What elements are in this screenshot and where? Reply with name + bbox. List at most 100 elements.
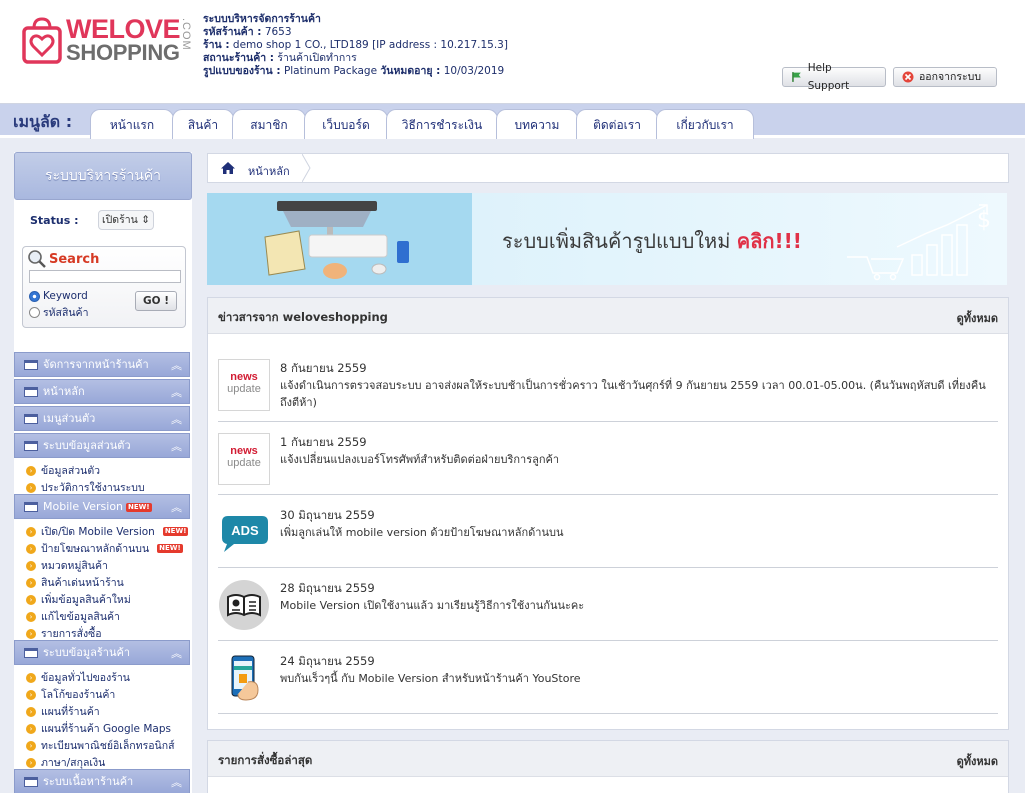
section-personal-menu[interactable]: เมนูส่วนตัว ︽ <box>14 406 190 431</box>
news-item[interactable]: news update 8 กันยายน 2559 แจ้งดำเนินการต… <box>218 348 998 422</box>
search-input[interactable] <box>29 270 181 283</box>
news-panel-title: ข่าวสารจาก weloveshopping <box>218 310 388 324</box>
news-date: 28 มิถุนายน 2559 <box>280 581 375 595</box>
news-view-all-link[interactable]: ดูทั้งหมด <box>957 309 998 327</box>
status-select[interactable]: เปิดร้าน ⇕ <box>98 210 154 230</box>
radio-keyword[interactable]: Keyword <box>29 290 88 302</box>
select-arrows-icon: ⇕ <box>141 214 150 226</box>
sidebar-item-toggle-mobile[interactable]: › เปิด/ปิด Mobile Version NEW! <box>26 523 189 540</box>
arrow-right-icon: › <box>26 465 36 476</box>
tab-home[interactable]: หน้าแรก <box>90 109 174 139</box>
help-support-button[interactable]: Help Support <box>782 62 886 92</box>
shopping-bag-heart-icon <box>22 17 62 64</box>
sidebar-item-featured-products[interactable]: › สินค้าเด่นหน้าร้าน <box>26 574 124 591</box>
sidebar-item-top-banner[interactable]: › ป้ายโฆษณาหลักด้านบน NEW! <box>26 540 183 557</box>
arrow-right-icon: › <box>26 611 36 622</box>
tab-about-us[interactable]: เกี่ยวกับเรา <box>656 109 754 139</box>
orders-panel-title: รายการสั่งซื้อล่าสุด <box>218 753 313 767</box>
sidebar-item-e-commerce-registration[interactable]: › ทะเบียนพาณิชย์อิเล็กทรอนิกส์ <box>26 737 174 754</box>
close-icon <box>902 71 914 83</box>
news-word: news <box>230 445 258 457</box>
news-item[interactable]: news update 1 กันยายน 2559 แจ้งเปลี่ยนแปล… <box>218 422 998 495</box>
section-label: จัดการจากหน้าร้านค้า <box>43 358 149 371</box>
sidebar-item-add-product[interactable]: › เพิ่มข้อมูลสินค้าใหม่ <box>26 591 131 608</box>
promo-banner[interactable]: ระบบเพิ่มสินค้ารูปแบบใหม่ คลิก!!! $ <box>207 193 1007 285</box>
tab-products[interactable]: สินค้า <box>172 109 234 139</box>
breadcrumb-home[interactable]: หน้าหลัก <box>248 162 290 180</box>
arrow-right-icon: › <box>26 706 36 717</box>
section-home[interactable]: หน้าหลัก ︽ <box>14 379 190 404</box>
arrow-right-icon: › <box>26 543 36 554</box>
news-text: Mobile Version เปิดใช้งานแล้ว มาเรียนรู้… <box>280 599 585 612</box>
window-icon <box>24 441 38 451</box>
tab-payment-methods[interactable]: วิธีการชำระเงิน <box>386 109 498 139</box>
mobile-shop-icon <box>231 655 259 701</box>
section-label: ระบบข้อมูลส่วนตัว <box>43 439 131 452</box>
manual-book-icon <box>219 580 269 630</box>
home-icon[interactable] <box>220 161 236 175</box>
arrow-right-icon: › <box>26 577 36 588</box>
news-text: พบกันเร็วๆนี้ กับ Mobile Version สำหรับห… <box>280 672 581 685</box>
tab-articles[interactable]: บทความ <box>496 109 578 139</box>
shop-code: 7653 <box>264 26 292 38</box>
section-shop-info[interactable]: ระบบข้อมูลร้านค้า ︽ <box>14 640 190 665</box>
status-value: เปิดร้าน <box>102 214 138 226</box>
sidebar-item-personal-info[interactable]: › ข้อมูลส่วนตัว <box>26 462 100 479</box>
double-chevron-up-icon: ︽ <box>171 386 182 399</box>
sidebar-item-label: ข้อมูลส่วนตัว <box>41 465 101 477</box>
arrow-right-icon: › <box>26 757 36 768</box>
sidebar-item-label: หมวดหมู่สินค้า <box>41 560 108 572</box>
package-name: Platinum Package <box>283 65 378 77</box>
flag-icon <box>792 72 801 82</box>
search-title: Search <box>49 252 100 267</box>
double-chevron-up-icon: ︽ <box>171 501 182 514</box>
sidebar: ระบบบริหารร้านค้า Status : เปิดร้าน ⇕ Se… <box>14 152 192 793</box>
weloveshopping-logo[interactable]: WELOVE SHOPPING .COM <box>22 14 198 66</box>
news-update-icon: news update <box>218 359 270 411</box>
sidebar-item-label: โลโก้ของร้านค้า <box>41 689 116 701</box>
new-badge: NEW! <box>126 502 152 512</box>
news-date: 8 กันยายน 2559 <box>280 361 367 375</box>
tab-contact-us[interactable]: ติดต่อเรา <box>576 109 658 139</box>
section-storefront-management[interactable]: จัดการจากหน้าร้านค้า ︽ <box>14 352 190 377</box>
status-row: Status : เปิดร้าน ⇕ <box>30 210 154 230</box>
shop-status: ร้านค้าเปิดทำการ <box>277 52 357 64</box>
news-item[interactable]: 24 มิถุนายน 2559 พบกันเร็วๆนี้ กับ Mobil… <box>218 641 998 714</box>
news-item[interactable]: ADS 30 มิถุนายน 2559 เพิ่มลูกเล่นให้ mob… <box>218 495 998 568</box>
window-icon <box>24 414 38 424</box>
news-text: แจ้งเปลี่ยนแปลงเบอร์โทรศัพท์สำหรับติดต่อ… <box>280 453 560 466</box>
orders-view-all-link[interactable]: ดูทั้งหมด <box>957 752 998 770</box>
arrow-right-icon: › <box>26 689 36 700</box>
breadcrumb: หน้าหลัก <box>207 153 1009 183</box>
logout-button[interactable]: ออกจากระบบ <box>893 67 997 87</box>
desk-illustration-icon <box>264 201 409 279</box>
sidebar-item-label: เพิ่มข้อมูลสินค้าใหม่ <box>41 594 131 606</box>
sidebar-item-edit-product[interactable]: › แก้ไขข้อมูลสินค้า <box>26 608 120 625</box>
radio-keyword-label: Keyword <box>43 290 88 302</box>
section-shop-content[interactable]: ระบบเนื้อหาร้านค้า ︽ <box>14 769 190 793</box>
news-text: แจ้งดำเนินการตรวจสอบระบบ อาจส่งผลให้ระบบ… <box>280 379 986 409</box>
radio-product-code-label: รหัสสินค้า <box>43 307 89 319</box>
sidebar-item-shop-map[interactable]: › แผนที่ร้านค้า <box>26 703 100 720</box>
news-panel-header: ข่าวสารจาก weloveshopping ดูทั้งหมด <box>208 298 1008 334</box>
sidebar-item-label: สินค้าเด่นหน้าร้าน <box>41 577 124 589</box>
section-personal-info[interactable]: ระบบข้อมูลส่วนตัว ︽ <box>14 433 190 458</box>
banner-click: คลิก!!! <box>736 229 802 253</box>
shortcut-menu-bar: เมนูลัด : หน้าแรก สินค้า สมาชิก เว็บบอร์… <box>0 104 1025 139</box>
sidebar-item-shop-logo[interactable]: › โลโก้ของร้านค้า <box>26 686 115 703</box>
radio-product-code[interactable]: รหัสสินค้า <box>29 304 88 321</box>
tab-webboard[interactable]: เว็บบอร์ด <box>304 109 388 139</box>
sidebar-item-google-maps[interactable]: › แผนที่ร้านค้า Google Maps <box>26 720 171 737</box>
help-support-label: Help Support <box>807 62 850 92</box>
section-label: Mobile Version <box>43 500 124 513</box>
sidebar-item-categories[interactable]: › หมวดหมู่สินค้า <box>26 557 108 574</box>
section-mobile-version[interactable]: Mobile Version NEW! ︽ <box>14 494 190 519</box>
news-date: 24 มิถุนายน 2559 <box>280 654 375 668</box>
section-label: เมนูส่วนตัว <box>43 412 96 425</box>
go-button[interactable]: GO ! <box>135 291 177 311</box>
news-item[interactable]: 28 มิถุนายน 2559 Mobile Version เปิดใช้ง… <box>218 568 998 641</box>
sidebar-item-label: ป้ายโฆษณาหลักด้านบน <box>41 543 150 555</box>
breadcrumb-separator-icon <box>302 154 311 182</box>
sidebar-item-general-info[interactable]: › ข้อมูลทั่วไปของร้าน <box>26 669 130 686</box>
tab-members[interactable]: สมาชิก <box>232 109 306 139</box>
